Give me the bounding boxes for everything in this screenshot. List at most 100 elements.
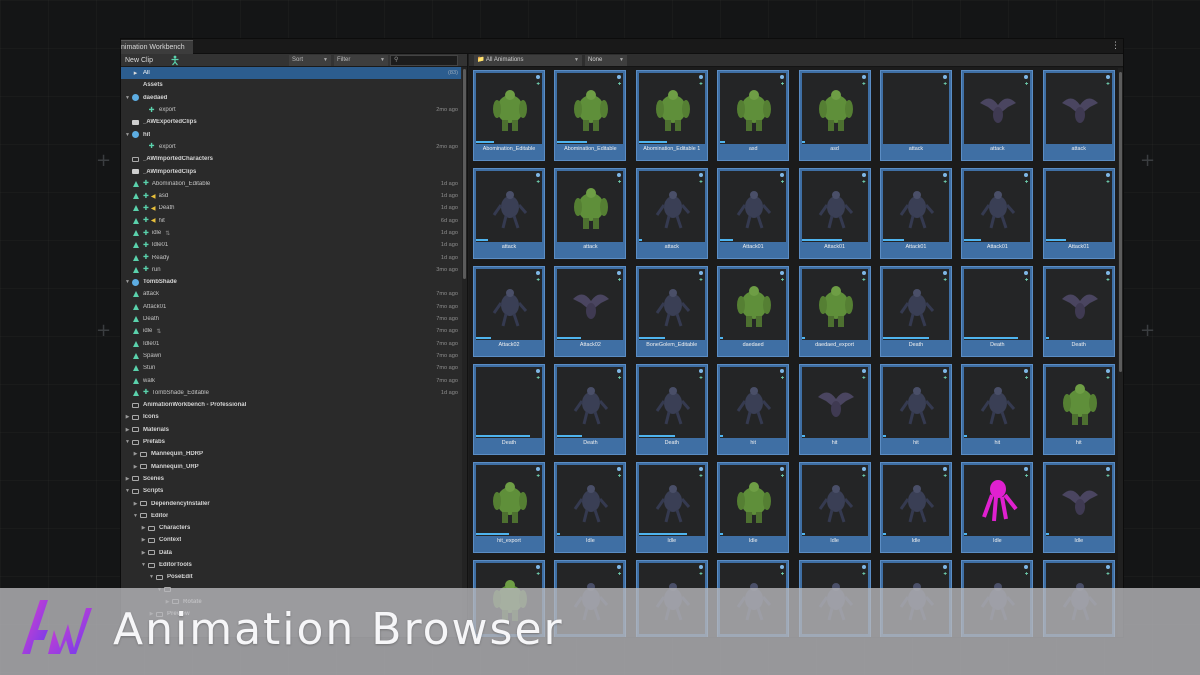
- tree-row[interactable]: ▼ hit: [121, 128, 461, 140]
- animation-card[interactable]: ✚ Death: [473, 364, 545, 455]
- animation-card[interactable]: ✚ Attack01: [961, 168, 1034, 259]
- tree-row[interactable]: Attack01 7mo ago: [121, 301, 461, 313]
- foldout-collapsed-icon[interactable]: ▶: [132, 464, 139, 470]
- rig-filter-dropdown[interactable]: None ▼: [585, 55, 627, 66]
- tree-row[interactable]: ✚ ◀ asd 1d ago: [121, 190, 461, 202]
- animation-card[interactable]: ✚ Attack01: [717, 168, 790, 259]
- animation-card[interactable]: ✚ hit: [879, 364, 952, 455]
- tree-scrollbar[interactable]: [462, 67, 467, 637]
- animation-card[interactable]: ✚ Abomination_Editable: [473, 70, 545, 161]
- tree-row[interactable]: ▶ Characters: [121, 522, 461, 534]
- animation-card[interactable]: ✚ Idle: [1042, 462, 1115, 553]
- animation-card[interactable]: ✚ hit: [717, 364, 790, 455]
- foldout-collapsed-icon[interactable]: ▶: [124, 476, 131, 482]
- animation-card[interactable]: ✚ Idle: [798, 462, 871, 553]
- animation-card[interactable]: ✚ Death: [1042, 266, 1115, 357]
- grid-scrollbar[interactable]: [1118, 68, 1123, 637]
- foldout-collapsed-icon[interactable]: ▶: [132, 451, 139, 457]
- tree-row[interactable]: ▼ EditorTools: [121, 559, 461, 571]
- tree-row[interactable]: _AWImportedClips: [121, 165, 461, 177]
- tree-row[interactable]: ✚ export 2mo ago: [121, 141, 461, 153]
- animation-card[interactable]: ✚ Attack01: [1042, 168, 1115, 259]
- animation-card[interactable]: ✚ Death: [635, 364, 708, 455]
- tree-row[interactable]: ▼ PoseEdit: [121, 571, 461, 583]
- animation-figure-icon[interactable]: [169, 55, 181, 66]
- scrollbar-thumb[interactable]: [1119, 72, 1122, 372]
- foldout-expanded-icon[interactable]: ▼: [124, 488, 131, 494]
- animation-card[interactable]: ✚ hit: [798, 364, 871, 455]
- filter-dropdown[interactable]: Filter ▼: [334, 55, 388, 66]
- animation-card[interactable]: ✚ hit: [1042, 364, 1115, 455]
- tree-row[interactable]: ▶ Context: [121, 534, 461, 546]
- animation-card[interactable]: ✚ asd: [717, 70, 790, 161]
- tree-row[interactable]: _AWExportedClips: [121, 116, 461, 128]
- tree-row[interactable]: Spawn 7mo ago: [121, 350, 461, 362]
- foldout-collapsed-icon[interactable]: ▶: [140, 525, 147, 531]
- foldout-expanded-icon[interactable]: ▼: [132, 513, 139, 519]
- tree-row[interactable]: ✚ TombShade_Editable 1d ago: [121, 387, 461, 399]
- foldout-expanded-icon[interactable]: ▼: [124, 95, 131, 101]
- tree-row[interactable]: ▼ daedaed: [121, 92, 461, 104]
- tree-row[interactable]: ▶ Materials: [121, 424, 461, 436]
- animation-card[interactable]: ✚ Attack02: [473, 266, 545, 357]
- tree-row[interactable]: ▼ TombShade: [121, 276, 461, 288]
- animation-card[interactable]: ✚ Abomination_Editable: [554, 70, 627, 161]
- tree-row[interactable]: ▶ Mannequin_HDRP: [121, 448, 461, 460]
- foldout-collapsed-icon[interactable]: ▶: [132, 501, 139, 507]
- animation-card[interactable]: ✚ attack: [473, 168, 545, 259]
- animation-card[interactable]: ✚ BoneGolem_Editable: [635, 266, 708, 357]
- tree-row[interactable]: ✚ ◀ hit 6d ago: [121, 215, 461, 227]
- animation-card[interactable]: ✚ Idle: [961, 462, 1034, 553]
- tree-row[interactable]: Assets: [121, 79, 461, 91]
- animation-card[interactable]: ✚ attack: [554, 168, 627, 259]
- tree-row[interactable]: ✚ ◀ Death 1d ago: [121, 202, 461, 214]
- animation-card[interactable]: ✚ Idle: [554, 462, 627, 553]
- tree-row[interactable]: Idle01 7mo ago: [121, 338, 461, 350]
- collection-dropdown[interactable]: 📁 All Animations ▼: [474, 55, 582, 66]
- tree-row[interactable]: ▼ Prefabs: [121, 436, 461, 448]
- tree-row[interactable]: ✚ run 3mo ago: [121, 264, 461, 276]
- tree-row[interactable]: attack 7mo ago: [121, 288, 461, 300]
- tree-row[interactable]: ▶ Scenes: [121, 473, 461, 485]
- animation-card[interactable]: ✚ attack: [961, 70, 1034, 161]
- animation-card[interactable]: ✚ Death: [879, 266, 952, 357]
- tree-row[interactable]: ▶ Icons: [121, 411, 461, 423]
- sort-dropdown[interactable]: Sort ▼: [289, 55, 331, 66]
- tree-row[interactable]: ▶ DependencyInstaller: [121, 497, 461, 509]
- animation-card[interactable]: ✚ Abomination_Editable 1: [635, 70, 708, 161]
- foldout-expanded-icon[interactable]: ▼: [124, 439, 131, 445]
- foldout-expanded-icon[interactable]: ▼: [124, 132, 131, 138]
- foldout-collapsed-icon[interactable]: ▶: [140, 537, 147, 543]
- scrollbar-thumb[interactable]: [463, 69, 466, 279]
- tree-row[interactable]: ✚ idle ⇅ 1d ago: [121, 227, 461, 239]
- new-clip-button[interactable]: New Clip: [125, 55, 153, 66]
- animation-card[interactable]: ✚ hit: [961, 364, 1034, 455]
- tree-row[interactable]: idle ⇅ 7mo ago: [121, 325, 461, 337]
- tree-row[interactable]: ✚ Idle01 1d ago: [121, 239, 461, 251]
- foldout-expanded-icon[interactable]: ▼: [148, 574, 155, 580]
- tree-row[interactable]: _AWImportedCharacters: [121, 153, 461, 165]
- kebab-menu-icon[interactable]: ⋮: [1111, 40, 1120, 51]
- tree-row[interactable]: Stun 7mo ago: [121, 362, 461, 374]
- tree-row[interactable]: walk 7mo ago: [121, 374, 461, 386]
- animation-card[interactable]: ✚ Idle: [879, 462, 952, 553]
- animation-card[interactable]: ✚ Death: [554, 364, 627, 455]
- tree-row[interactable]: ▸ All (83): [121, 67, 461, 80]
- animation-card[interactable]: ✚ hit_export: [473, 462, 545, 553]
- tree-row[interactable]: ▶ Data: [121, 547, 461, 559]
- animation-card[interactable]: ✚ Attack01: [879, 168, 952, 259]
- animation-card[interactable]: ✚ Idle: [717, 462, 790, 553]
- tab-animation-workbench[interactable]: nimation Workbench: [121, 40, 193, 54]
- animation-card[interactable]: ✚ daedaed_export: [798, 266, 871, 357]
- tree-row[interactable]: ▶ Mannequin_URP: [121, 461, 461, 473]
- animation-card[interactable]: ✚ daedaed: [717, 266, 790, 357]
- foldout-collapsed-icon[interactable]: ▶: [124, 414, 131, 420]
- foldout-expanded-icon[interactable]: ▼: [140, 562, 147, 568]
- animation-card[interactable]: ✚ Attack01: [798, 168, 871, 259]
- tree-row[interactable]: ▼ Editor: [121, 510, 461, 522]
- tree-row[interactable]: ✚ Ready 1d ago: [121, 251, 461, 263]
- animation-card[interactable]: ✚ attack: [1042, 70, 1115, 161]
- tree-row[interactable]: ✚ Abomination_Editable 1d ago: [121, 178, 461, 190]
- animation-card[interactable]: ✚ Attack02: [554, 266, 627, 357]
- tree-row[interactable]: Death 7mo ago: [121, 313, 461, 325]
